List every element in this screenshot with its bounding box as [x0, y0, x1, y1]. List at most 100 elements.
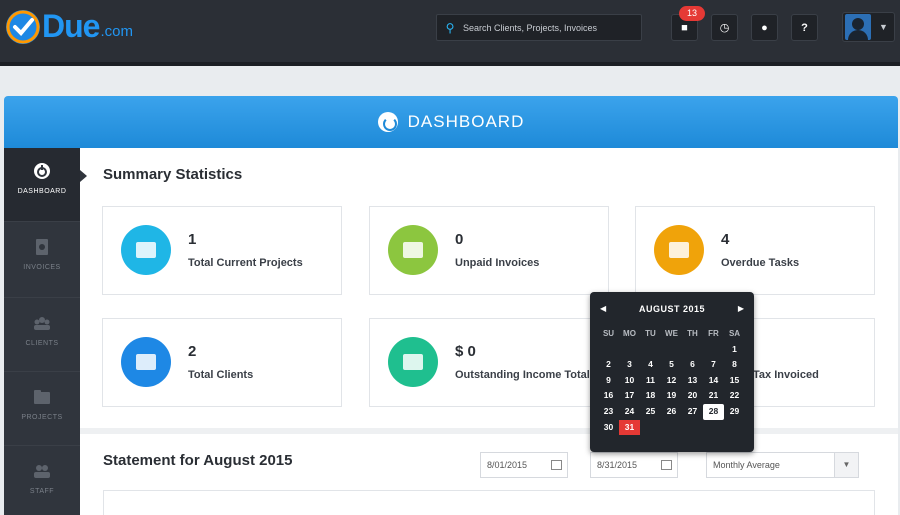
calendar-day[interactable]: 8 [724, 357, 745, 373]
logo-suffix: .com [100, 23, 133, 40]
calendar-week: 9 10 11 12 13 14 15 [598, 373, 746, 389]
calendar-empty [598, 342, 619, 358]
calendar-day[interactable]: 14 [703, 373, 724, 389]
calendar-day[interactable]: 5 [661, 357, 682, 373]
calendar-day[interactable]: 6 [682, 357, 703, 373]
stat-card-projects[interactable]: 1 Total Current Projects [102, 206, 342, 295]
calendar-empty [661, 342, 682, 358]
calendar-weekday: SA [728, 329, 741, 338]
sidebar-item-label: CLIENTS [25, 340, 59, 347]
calendar-day[interactable]: 13 [682, 373, 703, 389]
page-title: DASHBOARD [407, 112, 525, 131]
stat-label: Unpaid Invoices [455, 257, 540, 269]
billing-button[interactable]: ● [751, 14, 778, 41]
calendar-day[interactable]: 24 [619, 404, 640, 420]
stat-label: Total Clients [188, 369, 254, 381]
calendar-day[interactable]: 7 [703, 357, 724, 373]
calendar-weekday: TU [645, 329, 656, 338]
start-date-input[interactable]: 8/01/2015 [480, 452, 568, 478]
calendar-day[interactable]: 9 [598, 373, 619, 389]
calendar-icon[interactable] [551, 460, 562, 470]
calendar-day[interactable]: 19 [661, 388, 682, 404]
calendar-empty [640, 420, 661, 436]
period-select[interactable]: Monthly Average ▼ [706, 452, 859, 478]
stat-card-overdue-tasks[interactable]: 4 Overdue Tasks [635, 206, 875, 295]
calendar-day[interactable]: 28 [703, 403, 724, 420]
calendar-empty [619, 342, 640, 358]
sidebar-item-staff[interactable]: STAFF [4, 446, 80, 515]
chevron-down-icon[interactable]: ▼ [834, 453, 858, 477]
logo-text: Due [42, 8, 100, 44]
stat-card-outstanding-income[interactable]: $ 0 Outstanding Income Total [369, 318, 609, 407]
stat-card-unpaid-invoices[interactable]: 0 Unpaid Invoices [369, 206, 609, 295]
end-date-value: 8/31/2015 [597, 460, 638, 470]
timer-button[interactable]: ◷ [711, 14, 738, 41]
calendar-day[interactable]: 25 [640, 404, 661, 420]
calendar-day[interactable]: 18 [640, 388, 661, 404]
calendar-weekday: WE [665, 329, 678, 338]
dashboard-icon [34, 163, 50, 179]
calendar-day[interactable]: 17 [619, 388, 640, 404]
calendar-empty [640, 342, 661, 358]
calendar-empty [682, 342, 703, 358]
chat-icon: ■ [681, 21, 688, 34]
date-picker-popup: ◀ AUGUST 2015 ▶ SU MO TU WE TH FR SA 1 2 3 4 5 6 7 8 9 1… [590, 292, 754, 452]
folder-icon [121, 225, 171, 275]
start-date-value: 8/01/2015 [487, 460, 528, 470]
calendar-day[interactable]: 21 [703, 388, 724, 404]
search-input[interactable] [463, 22, 633, 33]
calendar-day[interactable]: 27 [682, 404, 703, 420]
end-date-input[interactable]: 8/31/2015 [590, 452, 678, 478]
help-button[interactable]: ? [791, 14, 818, 41]
search-icon[interactable]: ⚲ [437, 21, 463, 35]
avatar [845, 14, 871, 40]
calendar-empty [703, 420, 724, 436]
calendar-week: 23 24 25 26 27 28 29 [598, 403, 746, 420]
sidebar-item-clients[interactable]: CLIENTS [4, 298, 80, 372]
calendar-day[interactable]: 31 [619, 419, 640, 436]
notification-badge: 13 [679, 6, 705, 21]
sidebar-item-label: PROJECTS [21, 414, 63, 421]
calendar-day[interactable]: 12 [661, 373, 682, 389]
chevron-right-icon[interactable]: ▶ [738, 304, 744, 313]
calendar-icon[interactable] [661, 460, 672, 470]
calendar-day[interactable]: 29 [724, 404, 745, 420]
calendar-day[interactable]: 2 [598, 357, 619, 373]
calendar-day[interactable]: 22 [724, 388, 745, 404]
global-search: ⚲ [436, 14, 642, 41]
statement-chart [103, 490, 875, 515]
sidebar-item-dashboard[interactable]: DASHBOARD [4, 148, 80, 222]
user-menu[interactable]: ▼ [842, 12, 895, 42]
calendar-day[interactable]: 3 [619, 357, 640, 373]
help-icon: ? [801, 21, 808, 34]
stat-value: $ 0 [455, 343, 476, 360]
due-logo[interactable]: Due .com [6, 8, 133, 45]
calendar-week: 30 31 [598, 419, 746, 436]
calendar-day[interactable]: 10 [619, 373, 640, 389]
calendar-day[interactable]: 26 [661, 404, 682, 420]
calendar-day[interactable]: 20 [682, 388, 703, 404]
dollar-icon: ● [761, 21, 768, 34]
logo-check-icon [6, 9, 40, 44]
summary-title: Summary Statistics [103, 166, 243, 183]
calendar-grid: SU MO TU WE TH FR SA 1 2 3 4 5 6 7 8 9 10 11 12 13 14 15 16 17 1… [598, 326, 746, 436]
sidebar: DASHBOARD INVOICES CLIENTS PROJECTS STAF… [4, 148, 80, 515]
calendar-day[interactable]: 11 [640, 373, 661, 389]
stat-value: 2 [188, 343, 197, 360]
stat-card-clients[interactable]: 2 Total Clients [102, 318, 342, 407]
clients-icon [121, 337, 171, 387]
stat-label: Total Current Projects [188, 257, 303, 269]
calendar-day[interactable]: 30 [598, 420, 619, 436]
sidebar-item-projects[interactable]: PROJECTS [4, 372, 80, 446]
stat-label: Tax Invoiced [753, 369, 819, 381]
stat-value: 4 [721, 231, 730, 248]
calendar-week: 1 [598, 342, 746, 358]
active-pointer [80, 170, 87, 182]
sidebar-item-invoices[interactable]: INVOICES [4, 222, 80, 298]
calendar-day[interactable]: 1 [724, 342, 745, 358]
calendar-day[interactable]: 15 [724, 373, 745, 389]
calendar-day[interactable]: 4 [640, 357, 661, 373]
calendar-week: 2345678 [598, 357, 746, 373]
calendar-day[interactable]: 16 [598, 388, 619, 404]
calendar-day[interactable]: 23 [598, 404, 619, 420]
